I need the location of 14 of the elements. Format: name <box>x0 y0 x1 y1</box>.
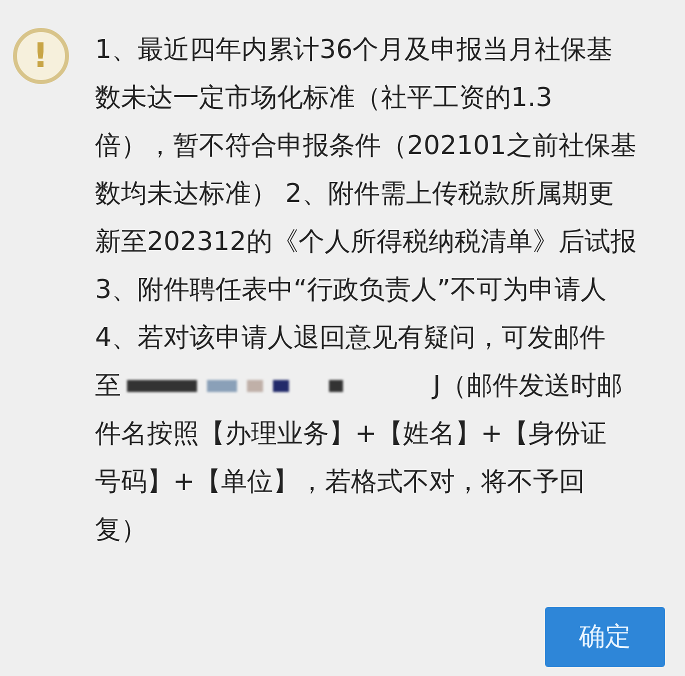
message-text: 号码】+【单位】，若格式不对，将不予回 <box>95 466 585 499</box>
warning-icon: ! <box>12 28 68 84</box>
message-text: 倍），暂不符合申报条件（202101之前社保基 <box>95 130 636 163</box>
message-text: 数未达一定市场化标准（社平工资的1.3 <box>95 82 552 115</box>
message-text: 3、附件聘任表中“行政负责人”不可为申请人 <box>95 274 606 307</box>
message-text: J（邮件发送时邮 <box>433 370 623 403</box>
message-text: 1、最近四年内累计36个月及申报当月社保基 <box>95 34 613 67</box>
message-text: 复） <box>95 514 147 547</box>
message-text: 4、若对该申请人退回意见有疑问，可发邮件 <box>95 322 606 355</box>
message-text: 数均未达标准） 2、附件需上传税款所属期更 <box>95 178 614 211</box>
ok-button[interactable]: 确定 <box>545 607 665 667</box>
message-text: 至 <box>95 370 121 403</box>
message-text: 新至202312的《个人所得税纳税清单》后试报 <box>95 226 636 259</box>
message-text: 件名按照【办理业务】+【姓名】+【身份证 <box>95 418 607 451</box>
